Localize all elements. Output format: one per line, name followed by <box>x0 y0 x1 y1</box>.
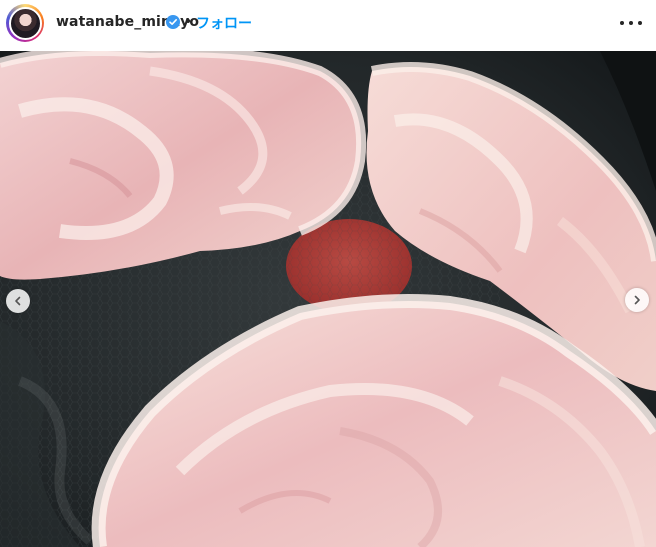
post-header: watanabe_minayo • フォロー <box>0 0 656 50</box>
chevron-left-icon <box>15 296 21 306</box>
separator-dot: • <box>184 14 193 30</box>
avatar-ring[interactable] <box>6 4 44 42</box>
verified-badge-icon <box>166 15 180 29</box>
carousel-prev-button[interactable] <box>6 289 30 313</box>
post-photo <box>0 51 656 547</box>
avatar[interactable] <box>8 6 42 40</box>
follow-button[interactable]: フォロー <box>196 13 252 33</box>
carousel-next-button[interactable] <box>625 288 649 312</box>
more-options-icon[interactable] <box>620 14 642 32</box>
chevron-right-icon <box>634 295 640 305</box>
